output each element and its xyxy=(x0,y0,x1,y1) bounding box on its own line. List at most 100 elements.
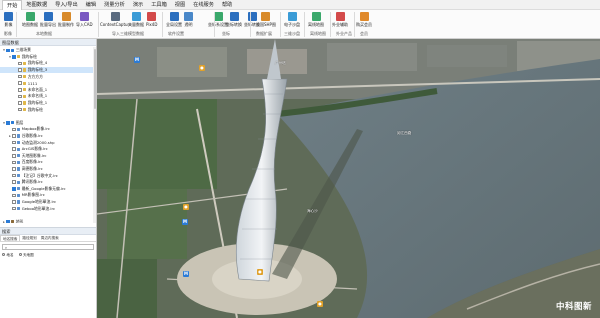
layer-tree-item[interactable]: 我的标绘_4 xyxy=(0,60,96,67)
layer-tree-scrollbar[interactable] xyxy=(93,47,96,223)
layer-checkbox[interactable] xyxy=(12,55,16,59)
poi-marker-icon[interactable]: ● xyxy=(317,301,323,307)
radio-place[interactable]: 地名 xyxy=(2,253,14,258)
layer-tree-item[interactable]: 1111 xyxy=(0,80,96,87)
menu-measure[interactable]: 测量分析 xyxy=(100,0,129,10)
menu-online[interactable]: 在线服务 xyxy=(189,0,218,10)
tab-nearby-search[interactable]: 周边内搜索 xyxy=(39,235,61,241)
tool-label: 外业辅助 xyxy=(332,22,348,27)
menu-start[interactable]: 开始 xyxy=(2,0,23,10)
layer-tree-item[interactable]: 我的标绘_1 xyxy=(0,100,96,107)
menu-edit[interactable]: 编辑 xyxy=(82,0,100,10)
poi-marker-icon[interactable]: M xyxy=(182,219,188,225)
poi-marker-icon[interactable]: M xyxy=(134,57,140,63)
radio-tianditu[interactable]: 天地图 xyxy=(18,252,34,258)
layer-checkbox[interactable] xyxy=(12,140,16,145)
ribbon-tool-5[interactable]: ContextCapture xyxy=(100,11,132,31)
poi-marker-icon[interactable]: ● xyxy=(183,204,189,210)
layer-checkbox[interactable] xyxy=(12,173,16,178)
layer-checkbox[interactable] xyxy=(12,127,16,132)
layer-tree-item[interactable]: 动态监测2000.shp xyxy=(0,139,96,146)
layer-tree-item[interactable]: 【注记】谷歌中文.lrc xyxy=(0,172,96,179)
layer-tree-item[interactable]: 天地图影像.lrc xyxy=(0,153,96,160)
layer-checkbox[interactable] xyxy=(6,121,10,125)
layer-tree-item[interactable]: ▾ 三维场景 xyxy=(0,47,96,54)
layer-checkbox[interactable] xyxy=(12,154,16,158)
layer-tree-item[interactable]: Geboo地形晕渲.lrc xyxy=(0,205,96,212)
layer-checkbox[interactable] xyxy=(18,74,22,79)
layer-tree-item[interactable]: ArcGIS影像.lrc xyxy=(0,146,96,153)
layer-tree-item[interactable]: 未命名线_1 xyxy=(0,93,96,100)
layer-tree-item[interactable]: ▾ 图层 xyxy=(0,120,96,127)
ribbon-tool-3[interactable]: 批量制作 xyxy=(58,11,74,31)
layer-tree-item[interactable]: 腾讯影像.lrc xyxy=(0,179,96,186)
layer-checkbox[interactable] xyxy=(18,88,22,92)
layer-tree-item[interactable]: 方方方方 xyxy=(0,73,96,80)
poi-marker-icon[interactable]: M xyxy=(183,271,189,277)
layer-tree-item[interactable]: ▸ 地形 xyxy=(0,218,96,223)
layer-checkbox[interactable] xyxy=(18,94,22,99)
menu-toolbox[interactable]: 工具箱 xyxy=(147,0,171,10)
layer-checkbox[interactable] xyxy=(18,107,22,112)
menu-demo[interactable]: 演示 xyxy=(129,0,147,10)
layer-tree-item[interactable]: Mapbox影像.lrc xyxy=(0,126,96,133)
layer-tree-item[interactable]: ▾ 我的标绘 xyxy=(0,54,96,61)
ribbon-tool-0[interactable]: 影像 xyxy=(4,11,13,31)
ribbon-tool-17[interactable]: 购买会员 xyxy=(356,11,372,31)
layer-checkbox[interactable] xyxy=(18,81,22,86)
tab-route-plan[interactable]: 路径规划 xyxy=(20,235,38,241)
layer-tree-item[interactable]: ▸ 谷歌影像.lrc xyxy=(0,133,96,140)
layer-checkbox[interactable] xyxy=(6,219,10,223)
layer-checkbox[interactable] xyxy=(12,186,16,191)
ribbon-tool-15[interactable]: 离线地图 xyxy=(308,11,324,31)
layer-tree-item[interactable]: 我的标绘_3 xyxy=(0,66,96,74)
scrollbar-thumb[interactable] xyxy=(93,49,96,109)
layer-tree-item[interactable]: 最新_Google影像无偏.lrc xyxy=(0,185,96,192)
poi-marker-icon[interactable]: ● xyxy=(199,65,205,71)
layer-checkbox[interactable] xyxy=(12,200,16,204)
ribbon-tool-7[interactable]: Pix4D xyxy=(146,11,157,31)
poi-marker-icon[interactable]: ● xyxy=(257,269,263,275)
ribbon-tool-2[interactable]: 批量导出 xyxy=(40,11,56,31)
layer-checkbox[interactable] xyxy=(6,48,10,53)
radio-place-dot[interactable] xyxy=(2,252,6,257)
layer-tree-item[interactable] xyxy=(0,113,96,120)
layer-checkbox[interactable] xyxy=(12,160,16,165)
layer-checkbox[interactable] xyxy=(18,61,22,66)
menu-help[interactable]: 帮助 xyxy=(218,0,236,10)
ribbon-tool-4[interactable]: 导入CAD xyxy=(76,11,93,31)
ribbon-tool-16[interactable]: 外业辅助 xyxy=(332,11,348,31)
layer-checkbox[interactable] xyxy=(12,193,16,198)
layer-tree-item[interactable]: 未命名面_1 xyxy=(0,87,96,94)
ribbon-tool-13[interactable]: 全国SHP图 xyxy=(256,11,276,31)
layer-checkbox[interactable] xyxy=(12,134,16,138)
layer-tree-item[interactable]: Google地形晕渲.lrc xyxy=(0,199,96,206)
menu-map-data[interactable]: 地图数据 xyxy=(22,0,51,10)
layer-checkbox[interactable] xyxy=(12,167,16,171)
map-view[interactable]: M ● M M ● ● ● 广州塔 阅江西路 海心沙 中科图新 xyxy=(97,39,600,318)
layer-icon xyxy=(22,88,27,92)
menu-import-export[interactable]: 导入/导出 xyxy=(51,0,82,10)
layer-tree-item[interactable] xyxy=(0,212,96,219)
ribbon-tool-9[interactable]: 透明 xyxy=(184,11,193,31)
ribbon-tool-1[interactable]: 地图数据 xyxy=(22,11,38,31)
radio-tianditu-dot[interactable] xyxy=(18,252,22,257)
ribbon-tool-10[interactable]: 坐标系设置 xyxy=(208,11,228,31)
layer-tree-item[interactable]: MR影像图.lrc xyxy=(0,192,96,199)
ribbon-tool-6[interactable]: 大量数据 xyxy=(128,11,144,31)
ribbon-tool-11[interactable]: 坐标转换 xyxy=(226,11,242,31)
layer-checkbox[interactable] xyxy=(12,180,16,184)
layer-checkbox[interactable] xyxy=(12,206,16,211)
search-input[interactable] xyxy=(9,244,91,250)
ribbon-tool-8[interactable]: 全局设置 xyxy=(166,11,182,31)
layer-checkbox[interactable] xyxy=(18,68,22,72)
layer-checkbox[interactable] xyxy=(18,101,22,105)
layer-checkbox[interactable] xyxy=(12,147,16,151)
layer-tree-item[interactable]: 高德影像.lrc xyxy=(0,166,96,173)
layer-tree-item[interactable]: 百度影像.lrc xyxy=(0,159,96,166)
menu-view[interactable]: 视图 xyxy=(171,0,189,10)
layer-label: 未命名线_1 xyxy=(27,93,48,99)
tab-place-search[interactable]: 地名搜索 xyxy=(0,235,21,241)
ribbon-tool-14[interactable]: 电子沙盘 xyxy=(284,11,300,31)
layer-tree-item[interactable]: 我的标绘 xyxy=(0,106,96,113)
